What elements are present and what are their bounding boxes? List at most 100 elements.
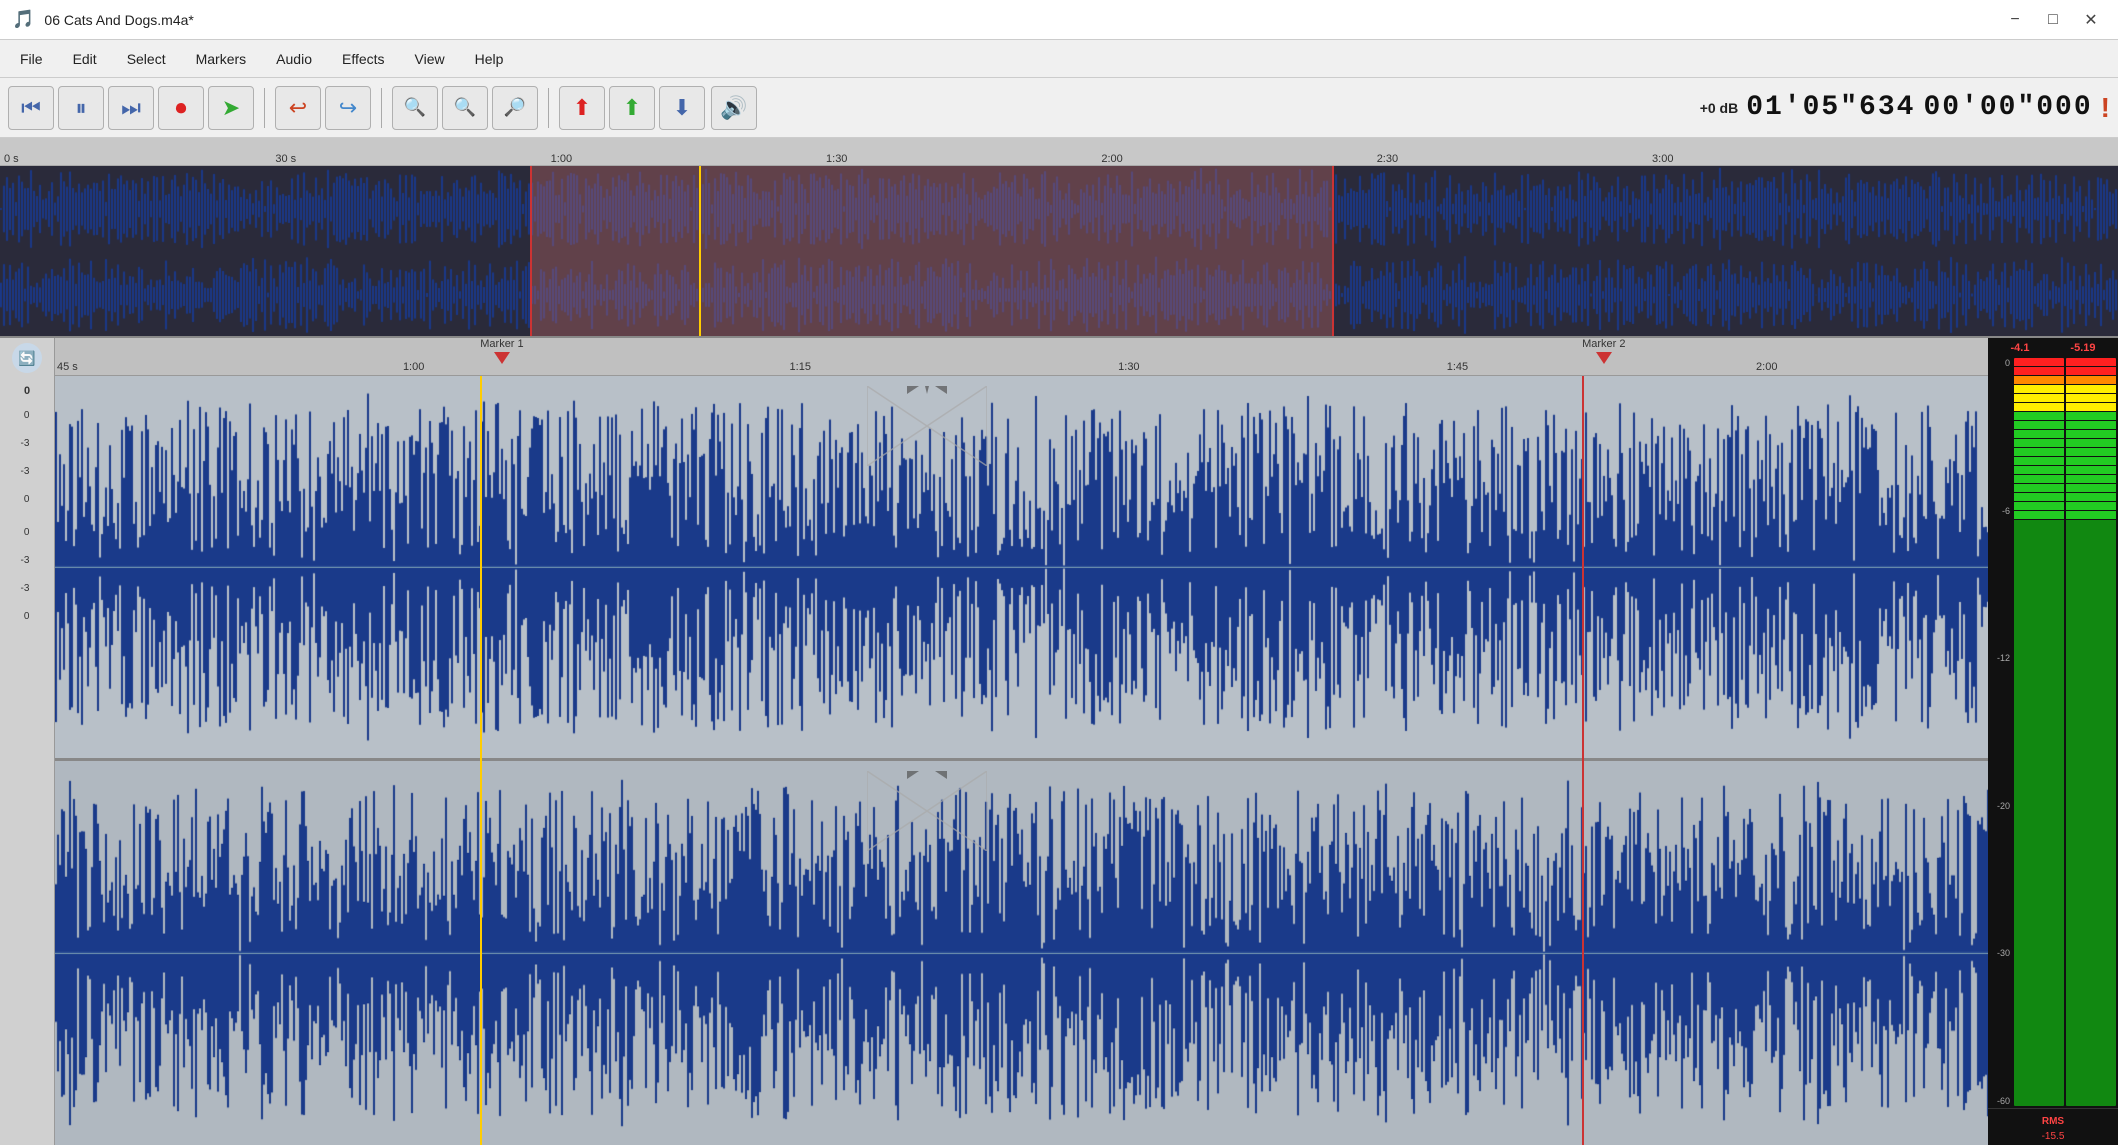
track-arrow-button[interactable]: ⬆ (609, 86, 655, 130)
db-0b-top: 0 (21, 494, 34, 505)
separator-1 (264, 88, 265, 128)
vu-left-green-5 (2014, 448, 2064, 456)
track-up-button[interactable]: ⬆ (559, 86, 605, 130)
vu-left-green-9 (2014, 484, 2064, 492)
window-controls: − □ ✕ (2000, 9, 2106, 31)
zoom-group: 🔍 🔍 🔎 (392, 86, 538, 130)
vu-right-green-5 (2066, 448, 2116, 456)
menu-markers[interactable]: Markers (182, 47, 261, 71)
menu-help[interactable]: Help (461, 47, 518, 71)
undo-redo-group: ↩ ↪ (275, 86, 371, 130)
undo-button[interactable]: ↩ (275, 86, 321, 130)
marker-2[interactable]: Marker 2 (1582, 338, 1625, 364)
vu-left-green-8 (2014, 475, 2064, 483)
play-button[interactable]: ➤ (208, 86, 254, 130)
vu-left-green-7 (2014, 466, 2064, 474)
waveform-channels[interactable] (55, 376, 1988, 1145)
marker-1[interactable]: Marker 1 (480, 338, 523, 364)
menu-edit[interactable]: Edit (59, 47, 111, 71)
top-channel[interactable] (55, 376, 1988, 761)
vu-left-yellow-2 (2014, 394, 2064, 402)
db-axis-label: 0 (24, 385, 30, 397)
db-3b-bot: -3 (21, 583, 34, 594)
menu-file[interactable]: File (6, 47, 57, 71)
menu-view[interactable]: View (401, 47, 459, 71)
vu-rms-label: RMS (2042, 1116, 2064, 1127)
window-title: 06 Cats And Dogs.m4a* (44, 12, 193, 28)
vu-right-dark-green (2066, 520, 2116, 1106)
vu-scale-60: -60 (1990, 1096, 2010, 1106)
vu-right-green-3 (2066, 430, 2116, 438)
vu-right-green-2 (2066, 421, 2116, 429)
vu-left-orange (2014, 376, 2064, 384)
vu-left-yellow-3 (2014, 403, 2064, 411)
zoom-fit-button[interactable]: 🔎 (492, 86, 538, 130)
vu-right-green-9 (2066, 484, 2116, 492)
volume-button[interactable]: 🔊 (711, 86, 757, 130)
vu-right-yellow-3 (2066, 403, 2116, 411)
menu-effects[interactable]: Effects (328, 47, 399, 71)
editor-ruler: Marker 1 Marker 2 45 s 1:00 1:15 1:30 1:… (55, 338, 1988, 376)
zoom-in-button[interactable]: 🔍 (392, 86, 438, 130)
vu-rms-value: -15.5 (2042, 1131, 2065, 1142)
editor-ruler-100: 1:00 (403, 361, 424, 373)
center-line-bottom (55, 953, 1988, 954)
ruler-mark-0s: 0 s (4, 153, 19, 165)
overview-ruler: 0 s 30 s 1:00 1:30 2:00 2:30 3:00 (0, 138, 2118, 166)
vu-left-green-4 (2014, 439, 2064, 447)
db-scale-top: 0 -3 -3 0 (21, 405, 34, 510)
vu-right-yellow-2 (2066, 394, 2116, 402)
db-3b-top: -3 (21, 466, 34, 477)
vu-right-red-1 (2066, 358, 2116, 366)
menu-audio[interactable]: Audio (262, 47, 326, 71)
minimize-button[interactable]: − (2000, 9, 2030, 31)
vu-scale-20: -20 (1990, 801, 2010, 811)
marker-1-arrow (494, 352, 510, 364)
editor-ruler-45s: 45 s (57, 361, 78, 373)
time-counter-1: 01'05"634 (1746, 92, 1915, 123)
menu-select[interactable]: Select (113, 47, 180, 71)
center-line-top (55, 567, 1988, 568)
overview-area[interactable] (0, 166, 2118, 338)
vu-bars-area: 0 -6 -12 -20 -30 -60 (1988, 356, 2118, 1108)
toolbar: ⏮ ⏸ ⏭ ⏺ ➤ ↩ ↪ 🔍 🔍 🔎 ⬆ ⬆ ⬇ 🔊 +0 dB 01'05"… (0, 78, 2118, 138)
forward-button[interactable]: ⏭ (108, 86, 154, 130)
vu-meter-panel: -4.1 -5.19 0 -6 -12 -20 -30 -60 (1988, 338, 2118, 1145)
vu-right-yellow-1 (2066, 385, 2116, 393)
vu-peak-left: -4.1 (2010, 342, 2029, 354)
vu-right-green-11 (2066, 502, 2116, 510)
vu-left-yellow-1 (2014, 385, 2064, 393)
track-down-button[interactable]: ⬇ (659, 86, 705, 130)
pause-button[interactable]: ⏸ (58, 86, 104, 130)
waveform-main[interactable]: Marker 1 Marker 2 45 s 1:00 1:15 1:30 1:… (55, 338, 1988, 1145)
vu-right-green-10 (2066, 493, 2116, 501)
ruler-mark-230: 2:30 (1377, 153, 1398, 165)
zoom-out-button[interactable]: 🔍 (442, 86, 488, 130)
bottom-channel[interactable] (55, 761, 1988, 1145)
vu-scale-6: -6 (1990, 506, 2010, 516)
editor-area: 🔄 0 0 -3 -3 0 0 -3 -3 0 Marker 1 (0, 338, 2118, 1145)
close-button[interactable]: ✕ (2076, 9, 2106, 31)
vu-right-bar (2066, 358, 2116, 1106)
marker-2-arrow (1596, 352, 1612, 364)
redo-button[interactable]: ↪ (325, 86, 371, 130)
overview-waveform-bottom (0, 252, 2118, 338)
vu-rms-footer: RMS -15.5 (1988, 1108, 2118, 1145)
record-button[interactable]: ⏺ (158, 86, 204, 130)
separator-2 (381, 88, 382, 128)
rewind-button[interactable]: ⏮ (8, 86, 54, 130)
maximize-button[interactable]: □ (2038, 9, 2068, 31)
overview-icon[interactable]: 🔄 (12, 343, 42, 373)
vu-left-green-6 (2014, 457, 2064, 465)
db-3-top: -3 (21, 438, 34, 449)
left-panel: 🔄 0 0 -3 -3 0 0 -3 -3 0 (0, 338, 55, 1145)
db-0b-bot: 0 (21, 611, 34, 622)
db-scale-bottom: 0 -3 -3 0 (21, 522, 34, 627)
vu-left-green-3 (2014, 430, 2064, 438)
track-controls-group: ⬆ ⬆ ⬇ (559, 86, 705, 130)
vu-right-green-8 (2066, 475, 2116, 483)
marker-2-label: Marker 2 (1582, 338, 1625, 350)
time-counter-2: 00'00"000 (1923, 92, 2092, 123)
db-3-bot: -3 (21, 555, 34, 566)
vu-scale-30: -30 (1990, 948, 2010, 958)
